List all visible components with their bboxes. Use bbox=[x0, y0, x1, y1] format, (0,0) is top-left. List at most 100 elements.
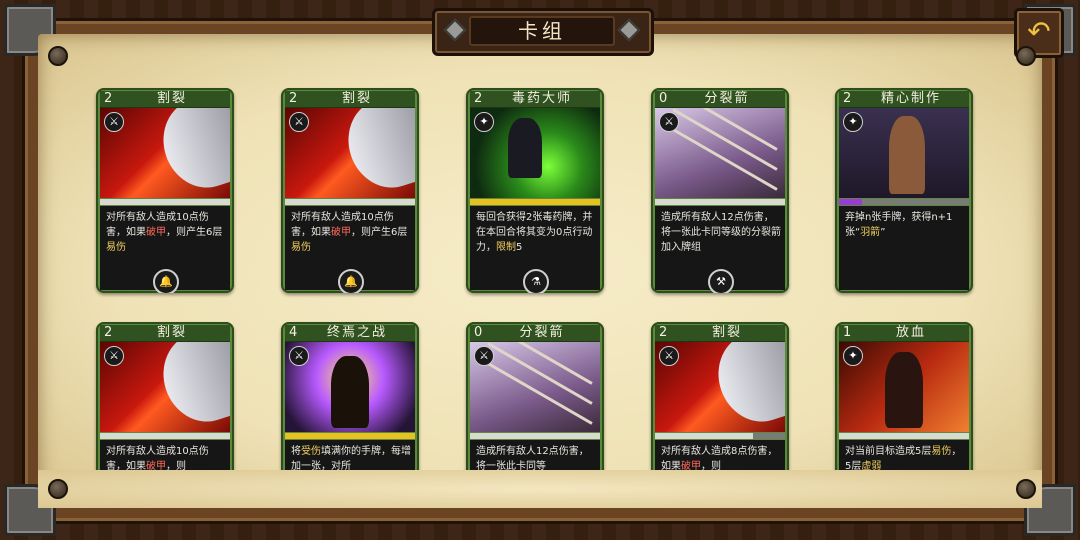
desc-text: 5 bbox=[516, 242, 523, 253]
desc-text: 造成所有敌人12点伤害，将一张此卡同等级的分裂箭加入牌组 bbox=[661, 212, 781, 253]
panel-bottom-border bbox=[38, 470, 1042, 508]
keyword: 受伤 bbox=[301, 446, 321, 457]
card-name: 分裂箭 bbox=[704, 91, 750, 106]
card-level-bar bbox=[655, 199, 785, 205]
title-plate: 卡组 bbox=[432, 8, 654, 56]
deck-card[interactable]: 2 割裂 ⚔ 对所有敌人造成10点伤害，如果破甲，则产生6层易伤 🔔 bbox=[96, 88, 234, 293]
card-description: 弃掉n张手牌，获得n+1张“羽箭” bbox=[845, 210, 965, 240]
card-description: 造成所有敌人12点伤害，将一张此卡同等级的分裂箭加入牌组 bbox=[661, 210, 781, 255]
card-level-bar bbox=[655, 433, 785, 439]
desc-text: 每回合获得2张毒药牌，并在本回合将其变为0点行动力， bbox=[476, 212, 593, 253]
card-art: ✦ bbox=[470, 108, 600, 198]
sword-icon: ⚔ bbox=[289, 112, 309, 132]
card-cost: 2 bbox=[104, 91, 113, 106]
card-description: 对所有敌人造成10点伤害，如果破甲，则产生6层易伤 bbox=[106, 210, 226, 255]
keyword: 限制 bbox=[496, 242, 516, 253]
rivet bbox=[1016, 479, 1036, 499]
title-frame: 卡组 bbox=[469, 16, 615, 46]
card-level-bar bbox=[285, 199, 415, 205]
card-cost: 0 bbox=[659, 91, 668, 106]
sword-icon: ⚔ bbox=[104, 346, 124, 366]
deck-card[interactable]: 4 终焉之战 ⚔ 将受伤填满你的手牌，每增加一张，对所 bbox=[281, 322, 419, 482]
card-level-fill bbox=[100, 433, 230, 439]
card-name: 割裂 bbox=[341, 91, 372, 106]
gem-ornament bbox=[443, 18, 467, 42]
card-name: 割裂 bbox=[156, 325, 187, 340]
card-art: ⚔ bbox=[655, 342, 785, 432]
card-body: 弃掉n张手牌，获得n+1张“羽箭” bbox=[839, 206, 969, 290]
card-level-fill bbox=[100, 199, 230, 205]
card-name: 放血 bbox=[895, 325, 926, 340]
deck-card[interactable]: 2 割裂 ⚔ 对所有敌人造成10点伤害，如果破甲，则 bbox=[96, 322, 234, 482]
desc-text: 将 bbox=[291, 446, 301, 457]
card-header: 2 割裂 bbox=[100, 325, 230, 342]
sword-icon: ⚔ bbox=[659, 112, 679, 132]
deck-card[interactable]: 0 分裂箭 ⚔ 造成所有敌人12点伤害，将一张此卡同等级的分裂箭加入牌组 ⚒ bbox=[651, 88, 789, 293]
sword-icon: ⚔ bbox=[474, 346, 494, 366]
card-name: 割裂 bbox=[156, 91, 187, 106]
card-level-fill bbox=[839, 433, 969, 439]
gem-ornament bbox=[617, 18, 641, 42]
card-cost: 2 bbox=[474, 91, 483, 106]
card-level-bar bbox=[470, 199, 600, 205]
sword-icon: ⚔ bbox=[104, 112, 124, 132]
desc-text: ” bbox=[880, 227, 886, 238]
keyword: 破甲 bbox=[146, 227, 166, 238]
keyword: 破甲 bbox=[331, 227, 351, 238]
card-level-fill bbox=[470, 199, 600, 205]
card-level-bar bbox=[839, 433, 969, 439]
card-cost: 2 bbox=[843, 91, 852, 106]
card-name: 割裂 bbox=[711, 325, 742, 340]
undo-arrow-icon: ↶ bbox=[1027, 15, 1051, 48]
keyword: 易伤 bbox=[931, 446, 952, 457]
deck-card[interactable]: 2 割裂 ⚔ 对所有敌人造成10点伤害，如果破甲，则产生6层易伤 🔔 bbox=[281, 88, 419, 293]
card-level-bar bbox=[100, 199, 230, 205]
deck-card[interactable]: 0 分裂箭 ⚔ 造成所有敌人12点伤害，将一张此卡同等 bbox=[466, 322, 604, 482]
card-header: 0 分裂箭 bbox=[655, 91, 785, 108]
card-art: ⚔ bbox=[285, 108, 415, 198]
card-header: 0 分裂箭 bbox=[470, 325, 600, 342]
card-level-bar bbox=[470, 433, 600, 439]
card-level-bar bbox=[100, 433, 230, 439]
card-cost: 1 bbox=[843, 325, 852, 340]
sword-icon: ⚔ bbox=[289, 346, 309, 366]
card-header: 1 放血 bbox=[839, 325, 969, 342]
card-level-fill bbox=[839, 199, 863, 205]
card-level-fill bbox=[285, 199, 415, 205]
card-header: 2 割裂 bbox=[285, 91, 415, 108]
keyword: 羽箭 bbox=[860, 227, 881, 238]
card-header: 2 毒药大师 bbox=[470, 91, 600, 108]
card-header: 2 精心制作 bbox=[839, 91, 969, 108]
star-icon: ✦ bbox=[843, 346, 863, 366]
desc-text: 对当前目标造成5层 bbox=[845, 446, 932, 457]
bell-icon: 🔔 bbox=[153, 269, 179, 293]
star-icon: ✦ bbox=[474, 112, 494, 132]
rivet bbox=[48, 46, 68, 66]
card-level-fill bbox=[285, 433, 415, 439]
card-header: 2 割裂 bbox=[100, 91, 230, 108]
card-art: ⚔ bbox=[100, 108, 230, 198]
card-cost: 0 bbox=[474, 325, 483, 340]
card-cost: 4 bbox=[289, 325, 298, 340]
page-title: 卡组 bbox=[518, 19, 566, 43]
deck-card[interactable]: 1 放血 ✦ 对当前目标造成5层易伤，5层虚弱 bbox=[835, 322, 973, 482]
card-level-fill bbox=[655, 199, 785, 205]
card-art: ⚔ bbox=[655, 108, 785, 198]
card-art: ⚔ bbox=[470, 342, 600, 432]
card-level-bar bbox=[839, 199, 969, 205]
card-header: 2 割裂 bbox=[655, 325, 785, 342]
deck-card[interactable]: 2 精心制作 ✦ 弃掉n张手牌，获得n+1张“羽箭” bbox=[835, 88, 973, 293]
deck-card[interactable]: 2 毒药大师 ✦ 每回合获得2张毒药牌，并在本回合将其变为0点行动力，限制5 ⚗ bbox=[466, 88, 604, 293]
card-name: 终焉之战 bbox=[326, 325, 387, 340]
rivet bbox=[1016, 46, 1036, 66]
card-description: 对所有敌人造成10点伤害，如果破甲，则产生6层易伤 bbox=[291, 210, 411, 255]
card-art: ✦ bbox=[839, 342, 969, 432]
card-name: 分裂箭 bbox=[519, 325, 565, 340]
card-art: ⚔ bbox=[285, 342, 415, 432]
desc-text: 造成所有敌人12点伤害，将一张此卡同等 bbox=[476, 446, 589, 472]
sword-icon: ⚔ bbox=[659, 346, 679, 366]
desc-text: ，则产生6层 bbox=[166, 227, 223, 238]
rivet bbox=[48, 479, 68, 499]
deck-card[interactable]: 2 割裂 ⚔ 对所有敌人造成8点伤害，如果破甲，则 bbox=[651, 322, 789, 482]
keyword: 易伤 bbox=[291, 242, 311, 253]
